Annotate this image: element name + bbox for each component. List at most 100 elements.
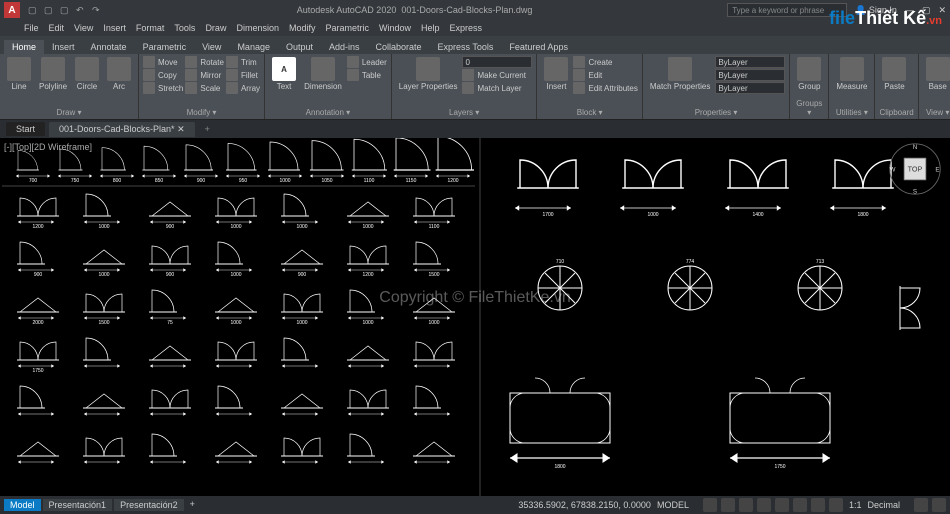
svg-text:1000: 1000: [647, 212, 658, 218]
svg-text:1000: 1000: [362, 224, 373, 230]
tab-start[interactable]: Start: [6, 122, 45, 136]
model-space-button[interactable]: MODEL: [657, 500, 689, 510]
transparency-icon[interactable]: [829, 498, 843, 512]
svg-text:1100: 1100: [364, 178, 375, 184]
menu-tools[interactable]: Tools: [174, 23, 195, 33]
menu-modify[interactable]: Modify: [289, 23, 316, 33]
grid-icon[interactable]: [703, 498, 717, 512]
drawing-area[interactable]: 7007508008509009501000105011001150120012…: [0, 138, 950, 496]
menu-express[interactable]: Express: [450, 23, 483, 33]
layer-dropdown[interactable]: 0: [462, 56, 532, 68]
osnap-icon[interactable]: [775, 498, 789, 512]
tab-annotate[interactable]: Annotate: [83, 40, 135, 54]
new-tab-button[interactable]: +: [199, 124, 216, 134]
clean-screen-icon[interactable]: [932, 498, 946, 512]
layout-tab-1[interactable]: Presentación1: [43, 499, 113, 511]
tab-document[interactable]: 001-Doors-Cad-Blocks-Plan* ✕: [49, 122, 195, 137]
layout-tab-2[interactable]: Presentación2: [114, 499, 184, 511]
rotate-button[interactable]: Rotate: [185, 56, 224, 68]
new-icon[interactable]: ▢: [28, 5, 38, 15]
menu-parametric[interactable]: Parametric: [326, 23, 370, 33]
ortho-icon[interactable]: [739, 498, 753, 512]
text-button[interactable]: AText: [269, 56, 299, 92]
array-button[interactable]: Array: [226, 82, 260, 94]
open-icon[interactable]: ▢: [44, 5, 54, 15]
lineweight-icon[interactable]: [811, 498, 825, 512]
menu-dimension[interactable]: Dimension: [236, 23, 279, 33]
anno-scale-button[interactable]: 1:1: [849, 500, 862, 510]
tab-featured[interactable]: Featured Apps: [501, 40, 576, 54]
insert-block-button[interactable]: Insert: [541, 56, 571, 92]
panel-annotation: AText Dimension Leader Table Annotation …: [265, 54, 392, 119]
add-layout-button[interactable]: +: [186, 499, 199, 511]
workspace-icon[interactable]: [914, 498, 928, 512]
match-properties-button[interactable]: Match Properties: [647, 56, 713, 92]
tab-insert[interactable]: Insert: [44, 40, 83, 54]
menu-format[interactable]: Format: [136, 23, 165, 33]
scale-button[interactable]: Scale: [185, 82, 224, 94]
make-current-button[interactable]: Make Current: [462, 69, 532, 81]
menu-file[interactable]: File: [24, 23, 39, 33]
panel-utilities: Measure Utilities ▾: [829, 54, 875, 119]
svg-text:1700: 1700: [542, 212, 553, 218]
view-cube[interactable]: TOP N E S W: [888, 142, 942, 196]
model-tab[interactable]: Model: [4, 499, 41, 511]
menu-insert[interactable]: Insert: [103, 23, 126, 33]
tab-express[interactable]: Express Tools: [430, 40, 502, 54]
polar-icon[interactable]: [757, 498, 771, 512]
circle-button[interactable]: Circle: [72, 56, 102, 92]
menu-edit[interactable]: Edit: [49, 23, 65, 33]
menu-view[interactable]: View: [74, 23, 93, 33]
copy-button[interactable]: Copy: [143, 69, 183, 81]
svg-text:2000: 2000: [32, 320, 43, 326]
move-button[interactable]: Move: [143, 56, 183, 68]
color-dropdown[interactable]: ByLayer: [715, 56, 785, 68]
match-layer-button[interactable]: Match Layer: [462, 82, 532, 94]
units-button[interactable]: Decimal: [867, 500, 900, 510]
mirror-button[interactable]: Mirror: [185, 69, 224, 81]
trim-button[interactable]: Trim: [226, 56, 260, 68]
tab-view[interactable]: View: [194, 40, 229, 54]
redo-icon[interactable]: ↷: [92, 5, 102, 15]
tab-manage[interactable]: Manage: [229, 40, 278, 54]
panel-properties: Match Properties ByLayer ByLayer ByLayer…: [643, 54, 790, 119]
measure-button[interactable]: Measure: [833, 56, 870, 92]
save-icon[interactable]: ▢: [60, 5, 70, 15]
line-button[interactable]: Line: [4, 56, 34, 92]
dimension-button[interactable]: Dimension: [301, 56, 345, 92]
fillet-button[interactable]: Fillet: [226, 69, 260, 81]
menu-window[interactable]: Window: [379, 23, 411, 33]
polyline-button[interactable]: Polyline: [36, 56, 70, 92]
svg-text:S: S: [913, 188, 917, 195]
status-bar: Model Presentación1 Presentación2 + 3533…: [0, 496, 950, 514]
tab-addins[interactable]: Add-ins: [321, 40, 368, 54]
otrack-icon[interactable]: [793, 498, 807, 512]
svg-text:700: 700: [29, 178, 38, 184]
app-logo[interactable]: A: [4, 2, 20, 18]
leader-button[interactable]: Leader: [347, 56, 387, 68]
svg-text:900: 900: [34, 272, 43, 278]
window-title: Autodesk AutoCAD 2020 001-Doors-Cad-Bloc…: [102, 5, 727, 15]
table-button[interactable]: Table: [347, 69, 387, 81]
stretch-button[interactable]: Stretch: [143, 82, 183, 94]
layer-properties-button[interactable]: Layer Properties: [396, 56, 461, 92]
menu-help[interactable]: Help: [421, 23, 440, 33]
menu-draw[interactable]: Draw: [205, 23, 226, 33]
tab-output[interactable]: Output: [278, 40, 321, 54]
linetype-dropdown[interactable]: ByLayer: [715, 82, 785, 94]
svg-text:950: 950: [239, 178, 248, 184]
undo-icon[interactable]: ↶: [76, 5, 86, 15]
base-view-button[interactable]: Base: [923, 56, 950, 92]
snap-icon[interactable]: [721, 498, 735, 512]
tab-home[interactable]: Home: [4, 40, 44, 54]
tab-collaborate[interactable]: Collaborate: [368, 40, 430, 54]
group-button[interactable]: Group: [794, 56, 824, 92]
edit-block-button[interactable]: Edit: [573, 69, 637, 81]
paste-button[interactable]: Paste: [879, 56, 909, 92]
arc-button[interactable]: Arc: [104, 56, 134, 92]
viewport-label[interactable]: [-][Top][2D Wireframe]: [4, 142, 92, 152]
lineweight-dropdown[interactable]: ByLayer: [715, 69, 785, 81]
tab-parametric[interactable]: Parametric: [135, 40, 195, 54]
edit-attrs-button[interactable]: Edit Attributes: [573, 82, 637, 94]
create-block-button[interactable]: Create: [573, 56, 637, 68]
